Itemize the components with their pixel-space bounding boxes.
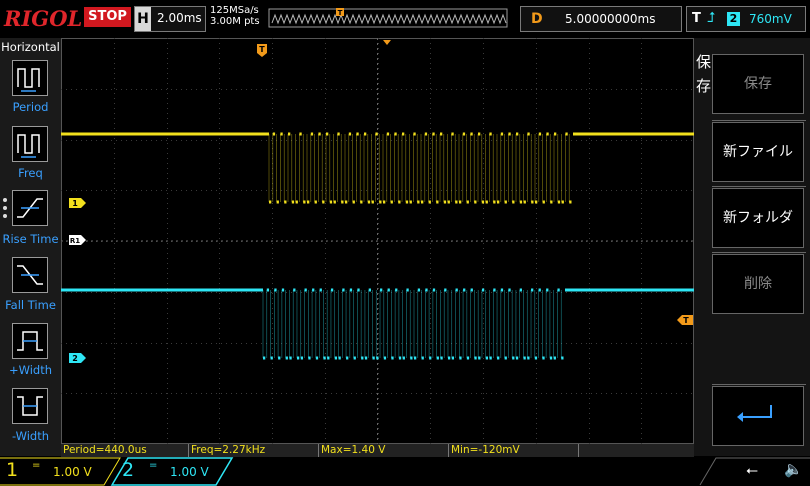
rise-time-button[interactable] xyxy=(12,190,48,226)
measurement-results-bar: Period=440.0us Freq=2.27kHz Max=1.40 V M… xyxy=(61,444,694,457)
menu-page-indicator xyxy=(3,198,9,222)
reference-r1-marker[interactable]: R1 xyxy=(69,235,86,245)
measurement-frequency[interactable]: Freq=2.27kHz xyxy=(189,444,319,457)
negative-width-label: -Width xyxy=(11,429,50,443)
channel-1-scale: 1.00 V xyxy=(53,465,92,479)
trigger-position-label: T xyxy=(259,45,265,54)
horizontal-center-marker xyxy=(383,40,391,45)
measure-menu-sidebar: Horizontal Period Freq Rise Time Fall Ti… xyxy=(0,38,61,456)
frequency-button[interactable] xyxy=(12,126,48,162)
new-file-button[interactable]: 新ファイル xyxy=(712,122,804,182)
negative-width-icon xyxy=(17,396,43,416)
trigger-position-marker[interactable]: T xyxy=(257,44,267,57)
period-icon xyxy=(17,68,40,92)
memory-trigger-marker-label: T xyxy=(338,9,343,17)
sample-rate: 125MSa/s xyxy=(210,5,259,16)
acquisition-info: 125MSa/s 3.00M pts xyxy=(210,5,260,27)
channel-status-bar: 1 = 1.00 V 2 = 1.00 V ⭠ 🔈 xyxy=(0,457,810,486)
delay-value: 5.00000000ms xyxy=(565,12,656,26)
delay-label: D xyxy=(531,11,543,27)
fall-time-icon xyxy=(17,265,43,285)
channel-1-marker-label: 1 xyxy=(72,199,78,208)
measurement-max[interactable]: Max=1.40 V xyxy=(319,444,449,457)
memory-position-bar[interactable]: T xyxy=(268,5,508,29)
run-stop-indicator[interactable]: STOP xyxy=(84,7,131,27)
measurement-period[interactable]: Period=440.0us xyxy=(61,444,189,457)
enter-return-icon xyxy=(737,405,772,422)
trigger-box[interactable]: T ⮥ 2 760mV xyxy=(686,6,806,32)
rise-time-icon xyxy=(17,198,43,218)
channel-2-tab[interactable]: 2 = 1.00 V xyxy=(112,457,232,486)
channel-2-offset-marker[interactable]: 2 xyxy=(69,353,86,363)
channel-1-tab[interactable]: 1 = 1.00 V xyxy=(0,457,110,486)
positive-width-button[interactable] xyxy=(12,323,48,359)
waveform-display[interactable]: T 1 R1 2 T xyxy=(61,38,694,444)
period-button[interactable] xyxy=(12,60,48,96)
save-softkey-menu: 保 存 保存 新ファイル 新フォルダ 削除 xyxy=(694,38,810,456)
delete-button[interactable]: 削除 xyxy=(712,254,804,314)
channel-2-marker-label: 2 xyxy=(72,354,78,363)
trigger-level-marker[interactable]: T xyxy=(677,315,693,325)
horizontal-timebase-box[interactable]: H 2.00ms xyxy=(134,6,206,32)
memory-depth: 3.00M pts xyxy=(210,16,260,27)
channel-1-coupling: = xyxy=(32,460,41,471)
rising-edge-trigger-icon: ⮥ xyxy=(707,10,716,26)
menu-divider xyxy=(712,384,806,385)
frequency-icon xyxy=(17,134,40,158)
channel-2-number: 2 xyxy=(122,459,135,481)
positive-width-icon xyxy=(17,331,43,351)
channel-2-scale: 1.00 V xyxy=(170,465,209,479)
trigger-level: 760mV xyxy=(749,12,792,26)
trigger-level-label: T xyxy=(683,316,689,325)
horizontal-label: H xyxy=(135,7,151,31)
graticule xyxy=(61,38,694,444)
timebase-value: 2.00ms xyxy=(157,11,202,25)
rise-time-label: Rise Time xyxy=(2,232,59,246)
menu-divider xyxy=(712,120,806,121)
menu-divider xyxy=(712,186,806,187)
trigger-source: 2 xyxy=(727,12,740,26)
new-folder-button[interactable]: 新フォルダ xyxy=(712,188,804,248)
period-label: Period xyxy=(12,100,49,114)
channel-1-number: 1 xyxy=(6,459,19,481)
positive-width-label: +Width xyxy=(8,363,53,377)
brand-logo: RIGOL xyxy=(4,6,83,31)
channel-2-coupling: = xyxy=(149,460,158,471)
reference-marker-label: R1 xyxy=(70,237,80,245)
measurement-min[interactable]: Min=-120mV xyxy=(449,444,579,457)
channel-1-offset-marker[interactable]: 1 xyxy=(69,198,86,208)
delay-box[interactable]: D 5.00000000ms xyxy=(520,6,682,32)
speaker-icon: 🔈 xyxy=(784,460,803,478)
menu-divider xyxy=(712,252,806,253)
top-status-bar: RIGOL STOP H 2.00ms 125MSa/s 3.00M pts T… xyxy=(0,0,810,38)
fall-time-label: Fall Time xyxy=(5,298,56,312)
frequency-label: Freq xyxy=(18,166,43,180)
fall-time-button[interactable] xyxy=(12,257,48,293)
measure-category-title: Horizontal xyxy=(1,40,60,54)
negative-width-button[interactable] xyxy=(12,388,48,424)
trigger-label: T xyxy=(692,11,701,26)
usb-icon: ⭠ xyxy=(746,461,759,479)
save-button[interactable]: 保存 xyxy=(712,54,804,114)
return-button[interactable] xyxy=(712,386,804,446)
